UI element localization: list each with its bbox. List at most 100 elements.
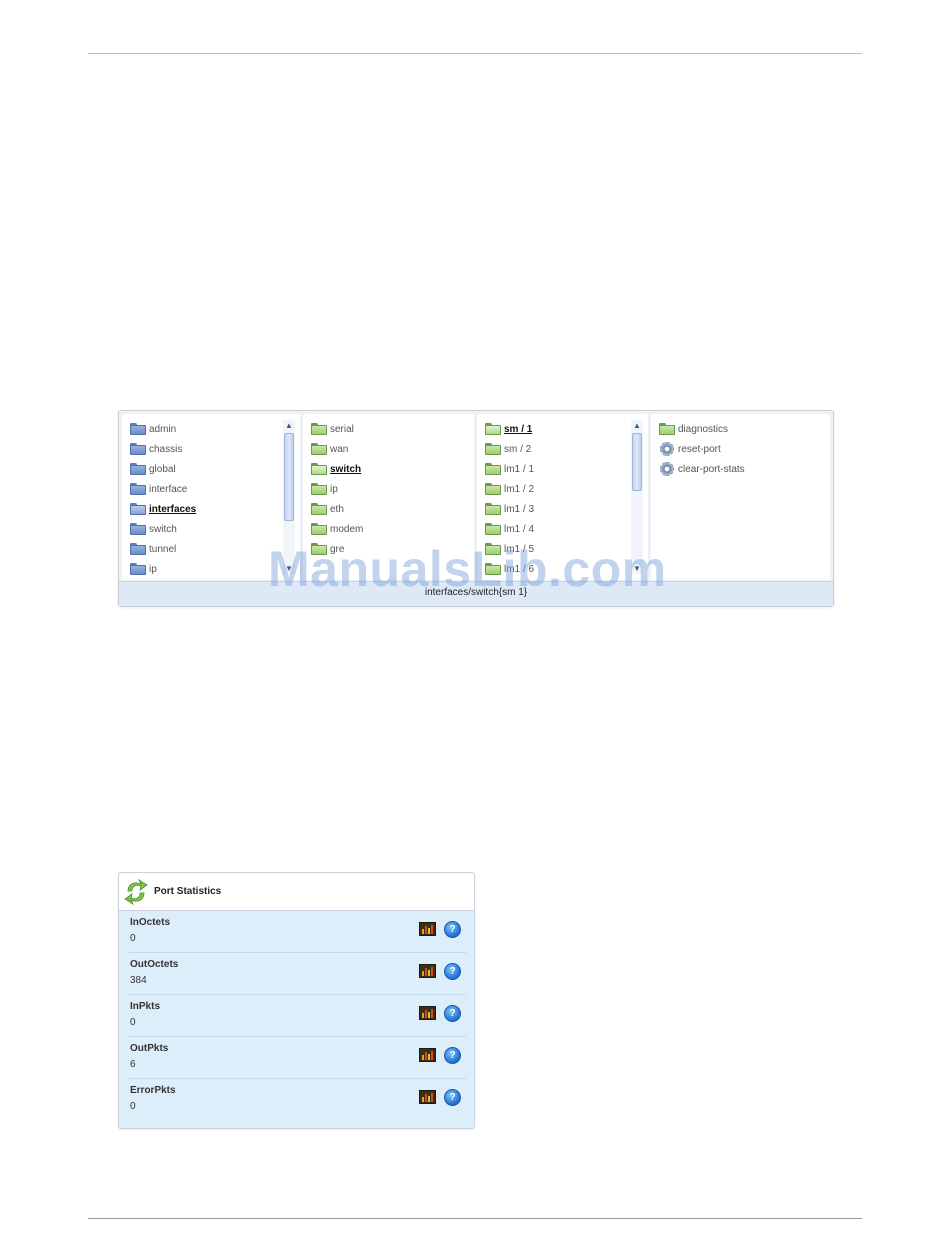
folder-icon [311, 423, 327, 435]
browser-item[interactable]: lm1 / 5 [485, 539, 648, 559]
scroll-down-arrow-icon[interactable]: ▼ [631, 563, 643, 574]
folder-icon [130, 543, 146, 555]
browser-item[interactable]: lm1 / 3 [485, 499, 648, 519]
scroll-up-arrow-icon[interactable]: ▲ [283, 420, 295, 431]
graph-icon[interactable] [419, 964, 436, 978]
column-1-scrollbar[interactable]: ▲ ▼ [283, 420, 295, 574]
browser-item[interactable]: ip [130, 559, 300, 579]
browser-item[interactable]: eth [311, 499, 474, 519]
browser-item[interactable]: lm1 / 1 [485, 459, 648, 479]
browser-item[interactable]: sm / 1 [485, 419, 648, 439]
browser-item-label: lm1 / 1 [504, 463, 535, 475]
stat-value: 0 [130, 933, 136, 944]
stat-list: InOctets 0? OutOctets 384? InPkts 0? OutPkts 6?… [119, 911, 474, 1121]
browser-item[interactable]: tunnel [130, 539, 300, 559]
browser-item-label: switch [330, 463, 362, 475]
browser-item[interactable]: serial [311, 419, 474, 439]
gear-icon [660, 442, 674, 456]
browser-item-label: lm1 / 5 [504, 543, 535, 555]
browser-item[interactable]: switch [130, 519, 300, 539]
browser-item[interactable]: clear-port-stats [659, 459, 830, 479]
open-folder-icon [130, 503, 146, 515]
gear-icon [660, 462, 674, 476]
browser-item-label: tunnel [149, 543, 177, 555]
folder-icon [130, 483, 146, 495]
stat-row: InPkts 0? [129, 995, 466, 1037]
graph-icon[interactable] [419, 1006, 436, 1020]
scroll-down-arrow-icon[interactable]: ▼ [283, 563, 295, 574]
browser-item-label: serial [330, 423, 354, 435]
stat-name: ErrorPkts [130, 1085, 176, 1096]
stat-row: ErrorPkts 0? [129, 1079, 466, 1121]
graph-icon[interactable] [419, 1048, 436, 1062]
browser-item[interactable]: admin [130, 419, 300, 439]
folder-icon [485, 543, 501, 555]
port-statistics-panel: Port Statistics InOctets 0? OutOctets 384? I… [118, 872, 475, 1129]
folder-icon [311, 523, 327, 535]
config-browser: admin chassis global interface interfaces swi… [118, 410, 834, 607]
browser-item-label: eth [330, 503, 344, 515]
browser-item[interactable]: gre [311, 539, 474, 559]
folder-icon [130, 443, 146, 455]
folder-icon [130, 563, 146, 575]
browser-item[interactable]: switch [311, 459, 474, 479]
browser-item[interactable]: sm / 2 [485, 439, 648, 459]
browser-item-label: lm1 / 4 [504, 523, 535, 535]
browser-item[interactable]: ip [311, 479, 474, 499]
graph-icon[interactable] [419, 1090, 436, 1104]
browser-item[interactable]: chassis [130, 439, 300, 459]
folder-icon [311, 503, 327, 515]
folder-icon [311, 443, 327, 455]
refresh-icon[interactable] [123, 877, 149, 907]
browser-item[interactable]: wan [311, 439, 474, 459]
scroll-up-arrow-icon[interactable]: ▲ [631, 420, 643, 431]
browser-item-label: diagnostics [678, 423, 729, 435]
browser-item[interactable]: reset-port [659, 439, 830, 459]
footer-rule [88, 1218, 862, 1219]
folder-icon [485, 523, 501, 535]
column-3-scrollbar[interactable]: ▲ ▼ [631, 420, 643, 574]
stat-name: InPkts [130, 1001, 161, 1012]
open-folder-icon [485, 423, 501, 435]
stat-name: OutOctets [130, 959, 179, 970]
help-icon[interactable]: ? [444, 1089, 461, 1106]
browser-column-2: serial wan switch ip eth modem gre [303, 414, 474, 580]
browser-item[interactable]: lm1 / 2 [485, 479, 648, 499]
browser-item-label: ip [330, 483, 338, 495]
browser-item[interactable]: interfaces [130, 499, 300, 519]
browser-item-label: interfaces [149, 503, 197, 515]
open-folder-icon [311, 463, 327, 475]
browser-item-label: lm1 / 2 [504, 483, 535, 495]
browser-item-label: gre [330, 543, 345, 555]
browser-item[interactable]: lm1 / 4 [485, 519, 648, 539]
graph-icon[interactable] [419, 922, 436, 936]
folder-icon [485, 503, 501, 515]
browser-item-label: sm / 2 [504, 443, 532, 455]
folder-icon [485, 563, 501, 575]
browser-item-label: lm1 / 6 [504, 563, 535, 575]
help-icon[interactable]: ? [444, 921, 461, 938]
browser-item[interactable]: interface [130, 479, 300, 499]
scrollbar-thumb[interactable] [632, 433, 642, 491]
header-rule [88, 53, 862, 54]
folder-icon [311, 483, 327, 495]
browser-column-3: sm / 1 sm / 2 lm1 / 1 lm1 / 2 lm1 / 3 lm1 / 4… [477, 414, 648, 580]
browser-item-label: lm1 / 3 [504, 503, 535, 515]
stat-value: 6 [130, 1059, 136, 1070]
browser-item[interactable]: lm1 / 6 [485, 559, 648, 579]
folder-icon [130, 523, 146, 535]
browser-item[interactable]: modem [311, 519, 474, 539]
help-icon[interactable]: ? [444, 1005, 461, 1022]
scrollbar-thumb[interactable] [284, 433, 294, 521]
browser-item-label: wan [330, 443, 349, 455]
help-icon[interactable]: ? [444, 963, 461, 980]
browser-item[interactable]: diagnostics [659, 419, 830, 439]
panel-title: Port Statistics [154, 886, 222, 897]
browser-item-label: global [149, 463, 176, 475]
stat-name: OutPkts [130, 1043, 169, 1054]
folder-icon [485, 463, 501, 475]
folder-icon [130, 423, 146, 435]
help-icon[interactable]: ? [444, 1047, 461, 1064]
browser-item[interactable]: global [130, 459, 300, 479]
stat-value: 384 [130, 975, 147, 986]
